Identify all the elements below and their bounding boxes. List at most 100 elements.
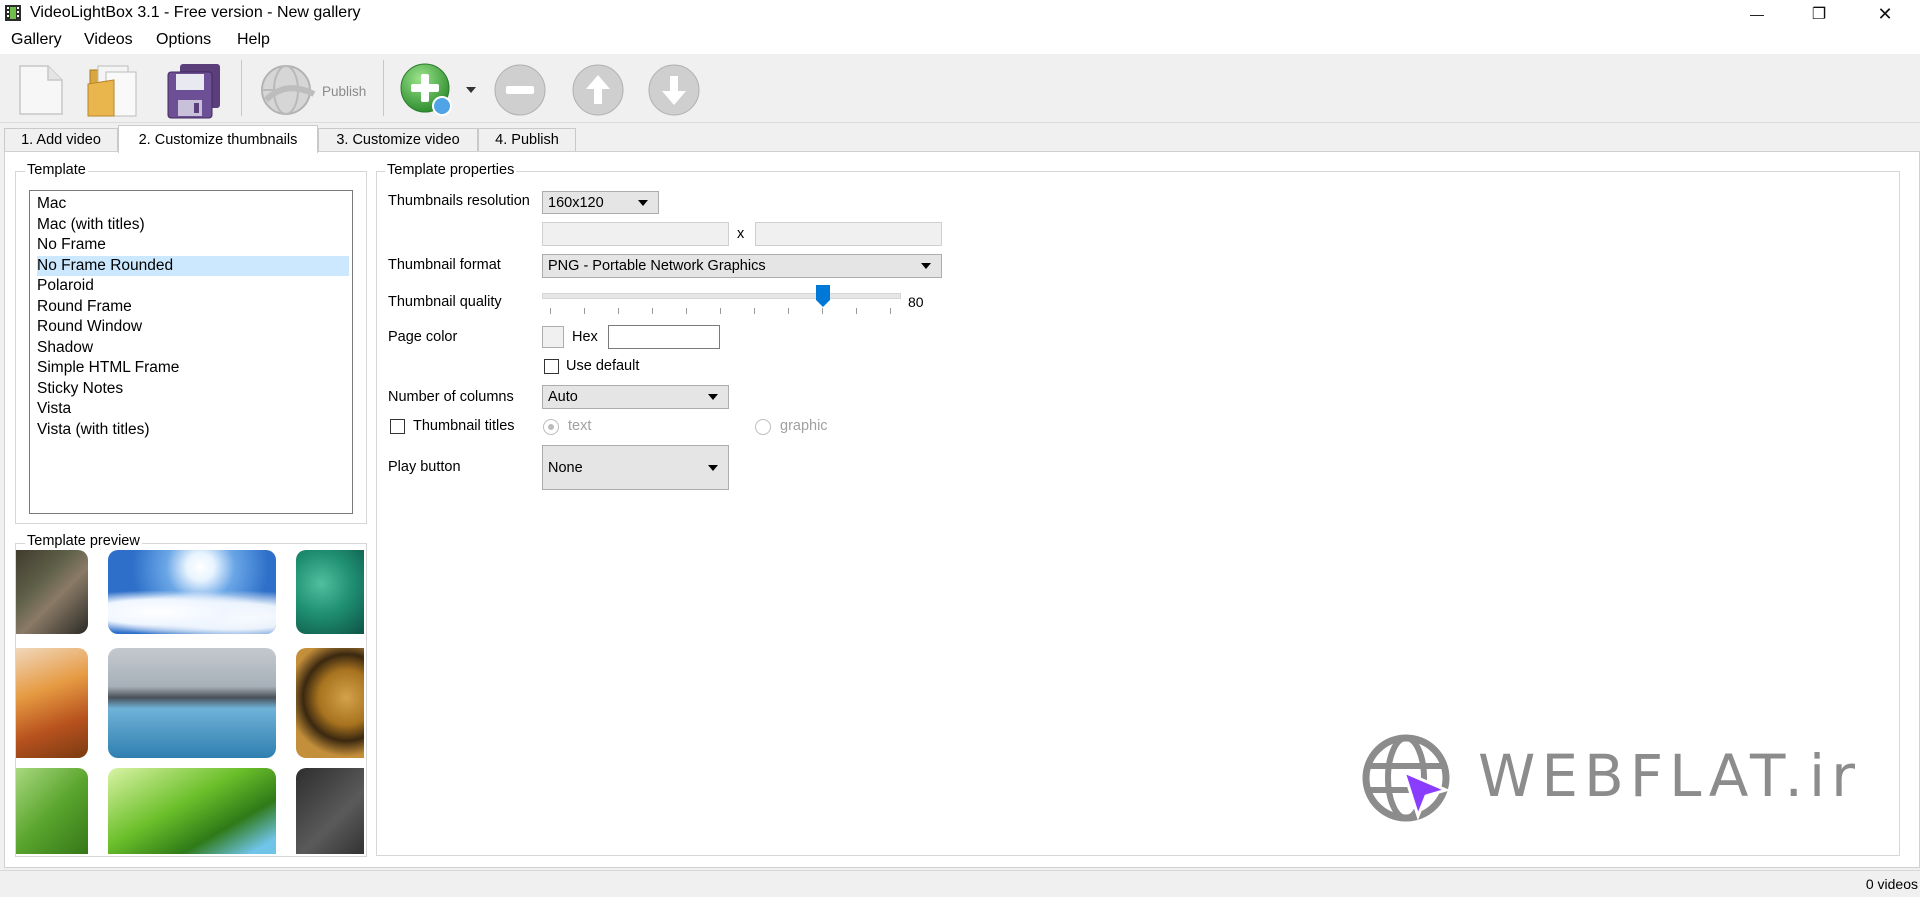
new-gallery-button[interactable] xyxy=(14,62,68,118)
title-type-graphic-label: graphic xyxy=(780,418,828,434)
custom-height-field[interactable] xyxy=(755,222,942,246)
hex-input[interactable] xyxy=(608,325,720,349)
number-of-columns-value: Auto xyxy=(548,389,578,405)
chevron-down-icon xyxy=(708,464,718,471)
publish-globe-icon xyxy=(261,65,316,115)
save-icon xyxy=(167,64,220,119)
tab-add-video[interactable]: 1. Add video xyxy=(4,128,118,151)
template-preview xyxy=(16,550,364,854)
close-button[interactable]: ✕ xyxy=(1854,0,1916,28)
times-sign: x xyxy=(737,226,745,242)
webflat-watermark-text: WEBFLAT.ir xyxy=(1478,742,1861,810)
thumbnail-quality-track[interactable] xyxy=(542,293,901,299)
remove-video-button[interactable] xyxy=(492,62,548,118)
menu-help[interactable]: Help xyxy=(237,31,270,49)
restore-button[interactable]: ❐ xyxy=(1788,0,1850,28)
use-default-checkbox[interactable] xyxy=(544,359,559,374)
minimize-icon: — xyxy=(1750,6,1764,22)
title-bar: VideoLightBox 3.1 - Free version - New g… xyxy=(0,0,1920,28)
number-of-columns-select[interactable]: Auto xyxy=(542,385,729,409)
slider-tick xyxy=(652,308,653,314)
preview-thumbnail xyxy=(296,648,364,758)
minimize-button[interactable]: — xyxy=(1726,0,1788,28)
list-item-selected[interactable]: No Frame Rounded xyxy=(37,256,349,276)
play-button-value: None xyxy=(548,459,583,476)
list-item[interactable]: Round Window xyxy=(37,317,349,337)
close-icon: ✕ xyxy=(1877,3,1893,24)
thumbnails-resolution-value: 160x120 xyxy=(548,194,604,211)
list-item[interactable]: No Frame xyxy=(37,235,349,255)
slider-tick xyxy=(618,308,619,314)
preview-thumbnail xyxy=(16,648,88,758)
add-video-dropdown[interactable] xyxy=(464,84,478,98)
tab-publish[interactable]: 4. Publish xyxy=(478,128,576,151)
thumbnail-quality-value: 80 xyxy=(908,294,924,310)
title-type-text-radio[interactable] xyxy=(543,419,559,435)
restore-icon: ❐ xyxy=(1811,6,1827,23)
template-properties-label: Template properties xyxy=(385,162,517,178)
preview-thumbnail xyxy=(296,550,364,634)
slider-tick xyxy=(788,308,789,314)
app-icon xyxy=(4,4,22,22)
status-bar: 0 videos xyxy=(0,870,1920,897)
menu-gallery[interactable]: Gallery xyxy=(11,31,62,49)
tab-customize-thumbnails[interactable]: 2. Customize thumbnails xyxy=(118,125,318,153)
slider-tick xyxy=(754,308,755,314)
custom-width-field[interactable] xyxy=(542,222,729,246)
number-of-columns-label: Number of columns xyxy=(388,389,514,405)
title-type-graphic-radio[interactable] xyxy=(755,419,771,435)
template-preview-label: Template preview xyxy=(25,533,142,549)
publish-button[interactable]: Publish xyxy=(256,60,370,120)
slider-tick xyxy=(584,308,585,314)
slider-tick xyxy=(550,308,551,314)
play-button-select[interactable]: None xyxy=(542,445,729,490)
list-item[interactable]: Vista (with titles) xyxy=(37,420,349,440)
list-item[interactable]: Polaroid xyxy=(37,276,349,296)
chevron-down-icon xyxy=(708,394,718,400)
videos-count: 0 videos xyxy=(1865,876,1918,892)
play-button-label: Play button xyxy=(388,459,461,475)
add-video-icon xyxy=(400,63,452,116)
move-up-button[interactable] xyxy=(570,62,626,118)
preview-thumbnail xyxy=(16,550,88,634)
title-type-text-label: text xyxy=(568,418,592,434)
thumbnail-titles-checkbox[interactable] xyxy=(390,419,405,434)
page-color-swatch[interactable] xyxy=(542,326,564,348)
list-item[interactable]: Mac xyxy=(37,194,349,214)
add-video-button[interactable] xyxy=(398,60,454,118)
thumbnail-quality-slider-thumb[interactable] xyxy=(816,285,830,307)
open-gallery-button[interactable] xyxy=(84,60,146,120)
preview-thumbnail xyxy=(296,768,364,854)
move-down-icon xyxy=(648,64,700,116)
new-gallery-icon xyxy=(19,65,63,115)
toolbar-separator xyxy=(241,60,242,116)
slider-tick xyxy=(822,308,823,314)
list-item[interactable]: Mac (with titles) xyxy=(37,215,349,235)
window-title: VideoLightBox 3.1 - Free version - New g… xyxy=(30,4,361,21)
template-group-label: Template xyxy=(25,162,88,178)
save-gallery-button[interactable] xyxy=(164,60,224,120)
thumbnail-titles-label: Thumbnail titles xyxy=(413,418,515,434)
thumbnails-resolution-select[interactable]: 160x120 xyxy=(542,191,659,214)
list-item[interactable]: Shadow xyxy=(37,338,349,358)
template-list[interactable]: Mac Mac (with titles) No Frame No Frame … xyxy=(29,190,353,514)
preview-thumbnail xyxy=(108,768,276,854)
toolbar: Publish xyxy=(0,54,1920,123)
menu-options[interactable]: Options xyxy=(156,31,211,49)
menu-videos[interactable]: Videos xyxy=(84,31,133,49)
page-color-label: Page color xyxy=(388,329,458,345)
move-up-icon xyxy=(572,64,624,116)
list-item[interactable]: Vista xyxy=(37,399,349,419)
hex-label: Hex xyxy=(572,329,598,345)
preview-thumbnail xyxy=(108,550,276,634)
thumbnail-format-select[interactable]: PNG - Portable Network Graphics xyxy=(542,254,942,278)
tab-customize-video[interactable]: 3. Customize video xyxy=(318,128,478,151)
list-item[interactable]: Round Frame xyxy=(37,297,349,317)
open-folder-icon xyxy=(87,65,137,117)
list-item[interactable]: Sticky Notes xyxy=(37,379,349,399)
thumbnail-format-label: Thumbnail format xyxy=(388,257,501,273)
move-down-button[interactable] xyxy=(646,62,702,118)
list-item[interactable]: Simple HTML Frame xyxy=(37,358,349,378)
slider-tick xyxy=(720,308,721,314)
chevron-down-icon xyxy=(466,87,476,93)
